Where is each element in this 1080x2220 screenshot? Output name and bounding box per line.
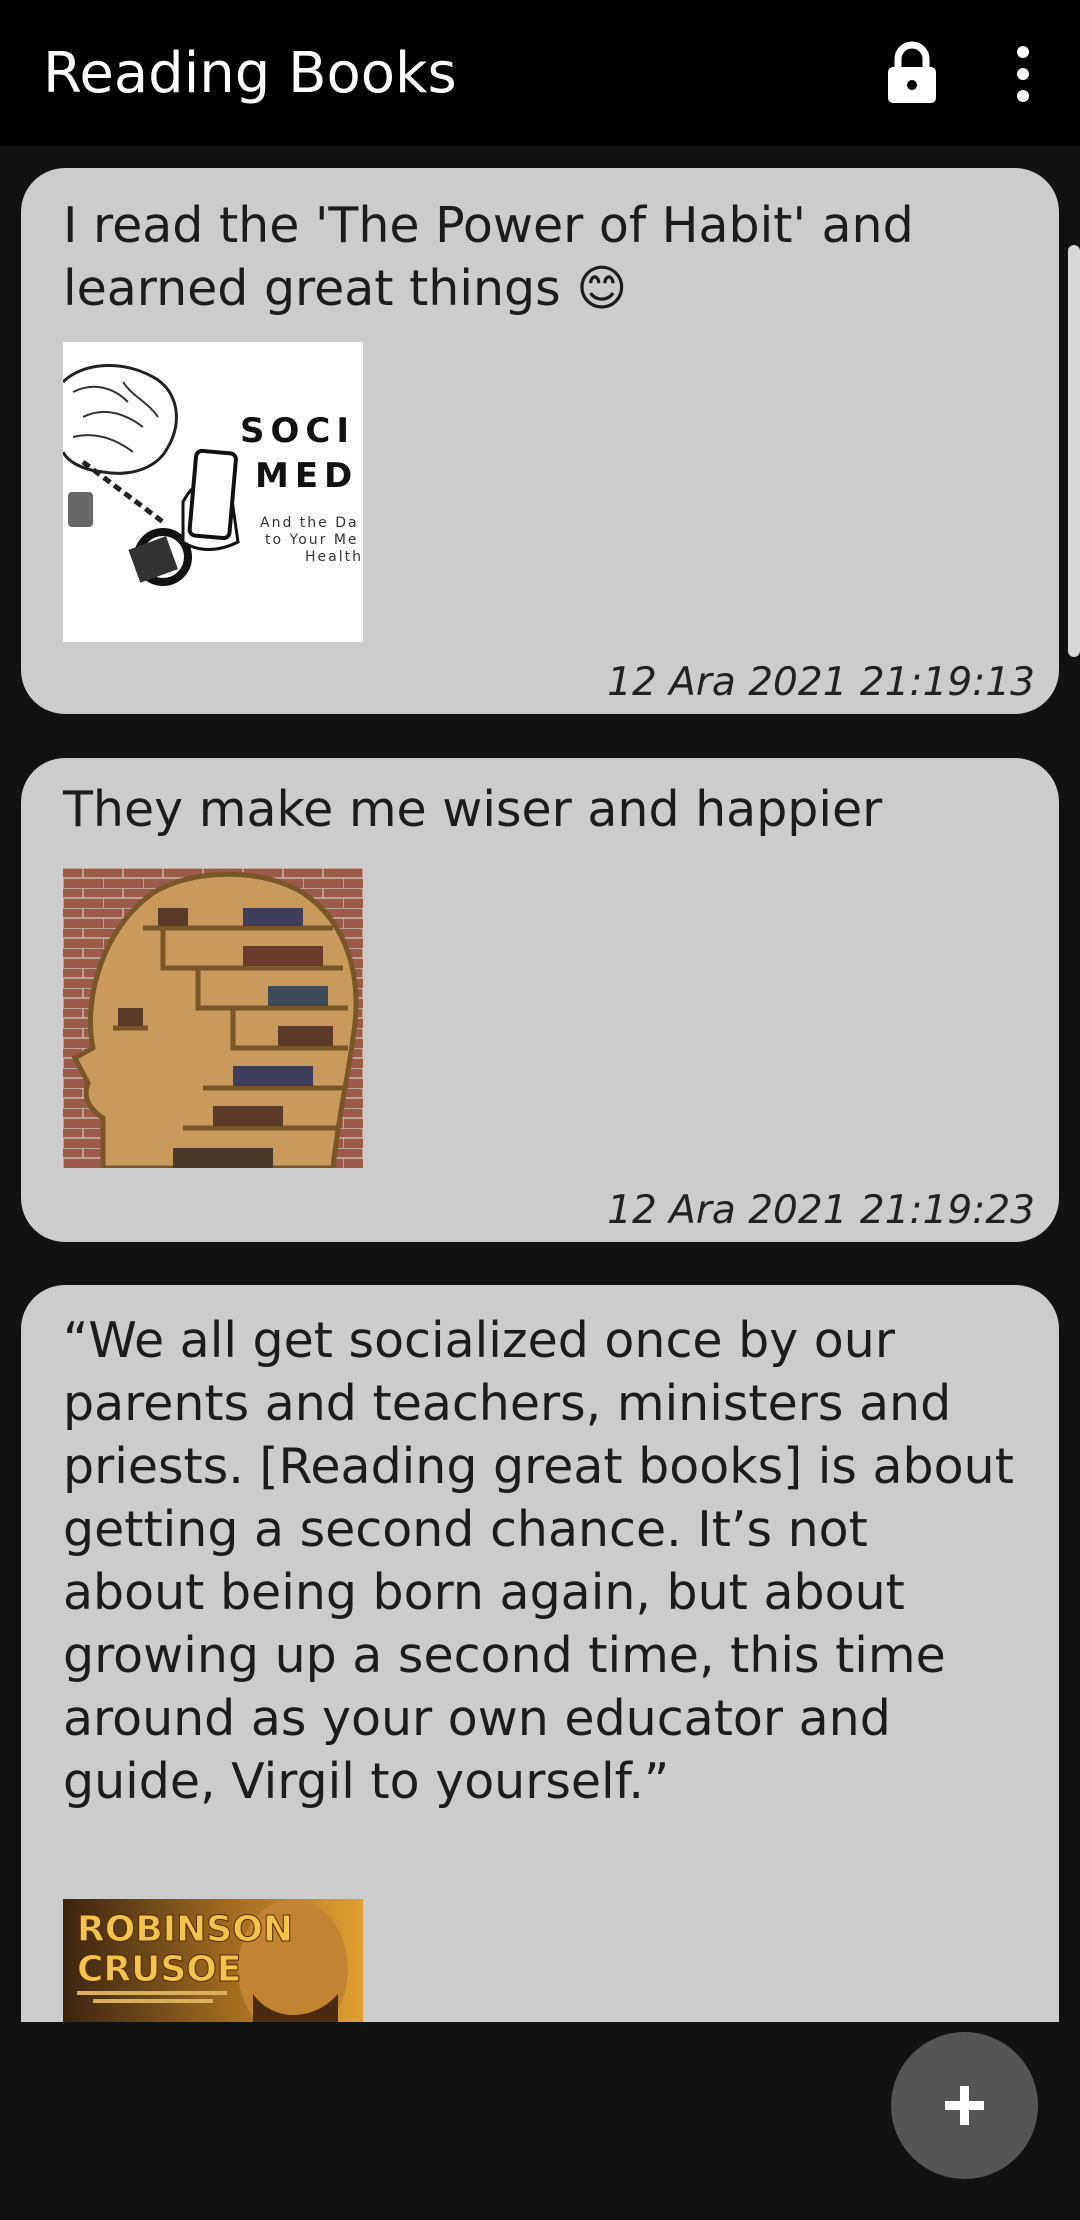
image-text: to Your Me <box>265 532 359 548</box>
more-vert-icon[interactable] <box>1000 44 1046 104</box>
entry-text: I read the 'The Power of Habit' and lear… <box>63 197 914 317</box>
app-title: Reading Books <box>43 41 457 106</box>
entry-image[interactable] <box>63 868 363 1168</box>
social-media-illustration: SOCI MED And the Da to Your Me Health <box>63 342 363 642</box>
image-text: SOCI <box>240 411 355 451</box>
plus-icon <box>945 2086 984 2125</box>
bookshelf-head-illustration <box>63 868 363 1168</box>
entry-card[interactable]: I read the 'The Power of Habit' and lear… <box>21 168 1059 714</box>
image-text: And the Da <box>260 515 359 531</box>
entries-list[interactable]: I read the 'The Power of Habit' and lear… <box>0 146 1080 2022</box>
robinson-crusoe-cover: ROBINSON CRUSOE <box>63 1899 363 2022</box>
entry-text: “We all get socialized once by our paren… <box>63 1312 1014 1810</box>
image-text: ROBINSON <box>77 1909 293 1950</box>
add-entry-button[interactable] <box>891 2032 1038 2179</box>
entry-card[interactable]: They make me wiser and happier 12 Ara 20… <box>21 758 1059 1242</box>
entry-image[interactable]: ROBINSON CRUSOE <box>63 1899 363 2022</box>
image-text: Health <box>305 549 363 565</box>
entry-image[interactable]: SOCI MED And the Da to Your Me Health <box>63 342 363 642</box>
image-text: CRUSOE <box>77 1949 242 1990</box>
app-bar: Reading Books <box>0 0 1080 146</box>
scrollbar[interactable] <box>1068 245 1080 657</box>
entry-card[interactable]: “We all get socialized once by our paren… <box>21 1285 1059 2022</box>
entry-timestamp: 12 Ara 2021 21:19:23 <box>607 1188 1035 1233</box>
entry-text: They make me wiser and happier <box>63 781 883 838</box>
entry-timestamp: 12 Ara 2021 21:19:13 <box>607 660 1035 705</box>
lock-icon[interactable] <box>884 40 940 104</box>
image-text: MED <box>255 456 358 496</box>
